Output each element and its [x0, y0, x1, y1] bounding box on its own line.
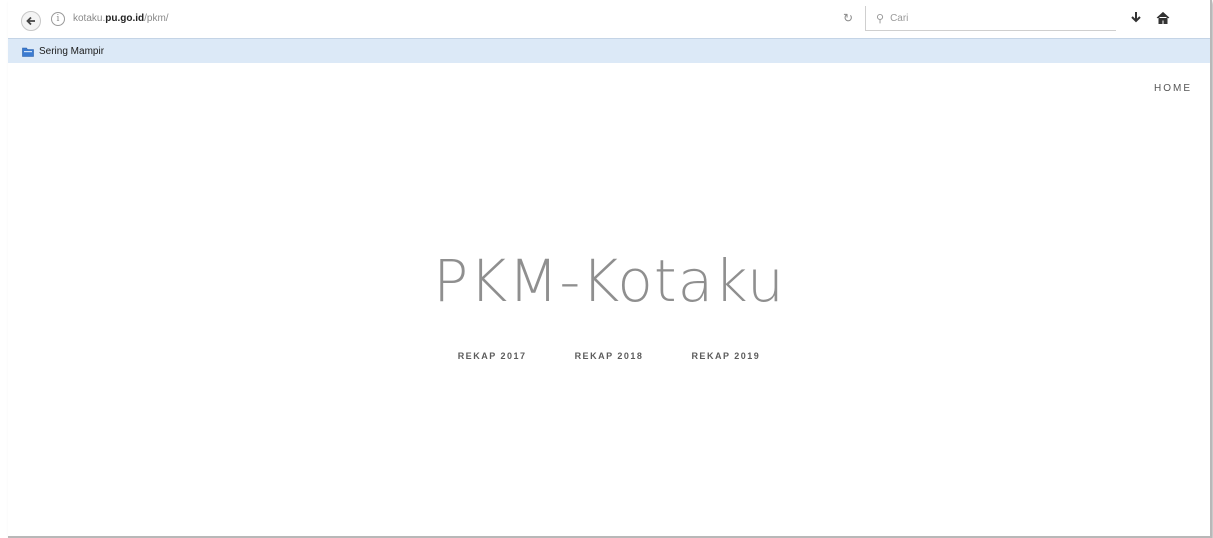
search-icon: ⚲ — [876, 12, 885, 25]
page-content: HOME PKM-Kotaku REKAP 2017 REKAP 2018 RE… — [8, 63, 1210, 536]
url-domain: pu.go.id — [105, 12, 145, 24]
site-info-icon[interactable]: i — [51, 12, 65, 26]
rekap-links: REKAP 2017 REKAP 2018 REKAP 2019 — [8, 351, 1210, 361]
download-icon[interactable] — [1127, 9, 1145, 27]
bookmark-sering-mampir[interactable]: Sering Mampir — [22, 43, 104, 59]
rekap-2018-link[interactable]: REKAP 2018 — [575, 351, 644, 361]
back-arrow-icon[interactable] — [21, 11, 41, 31]
bookmark-folder-icon — [22, 47, 34, 57]
rekap-2017-link[interactable]: REKAP 2017 — [458, 351, 527, 361]
address-bar[interactable]: kotaku. pu.go.id/pkm/ — [73, 10, 169, 26]
browser-toolbar: i kotaku. pu.go.id/pkm/ ↻ ⚲ — [8, 0, 1210, 38]
page-title: PKM-Kotaku — [433, 247, 785, 315]
rekap-2019-link[interactable]: REKAP 2019 — [691, 351, 760, 361]
home-icon[interactable] — [1154, 9, 1172, 27]
reload-icon[interactable]: ↻ — [840, 10, 856, 26]
browser-window: i kotaku.pu.go.id/pkm/ ↻ ⚲ Sering Mampir… — [8, 0, 1212, 538]
bookmarks-toolbar: Sering Mampir — [8, 38, 1210, 64]
url-path: /pkm/ — [144, 12, 169, 24]
url-prefix: kotaku. — [73, 12, 106, 24]
nav-home-link[interactable]: HOME — [1154, 83, 1192, 94]
search-box[interactable]: ⚲ — [865, 6, 1116, 31]
bookmark-label: Sering Mampir — [39, 45, 105, 57]
search-input[interactable] — [888, 11, 1093, 25]
